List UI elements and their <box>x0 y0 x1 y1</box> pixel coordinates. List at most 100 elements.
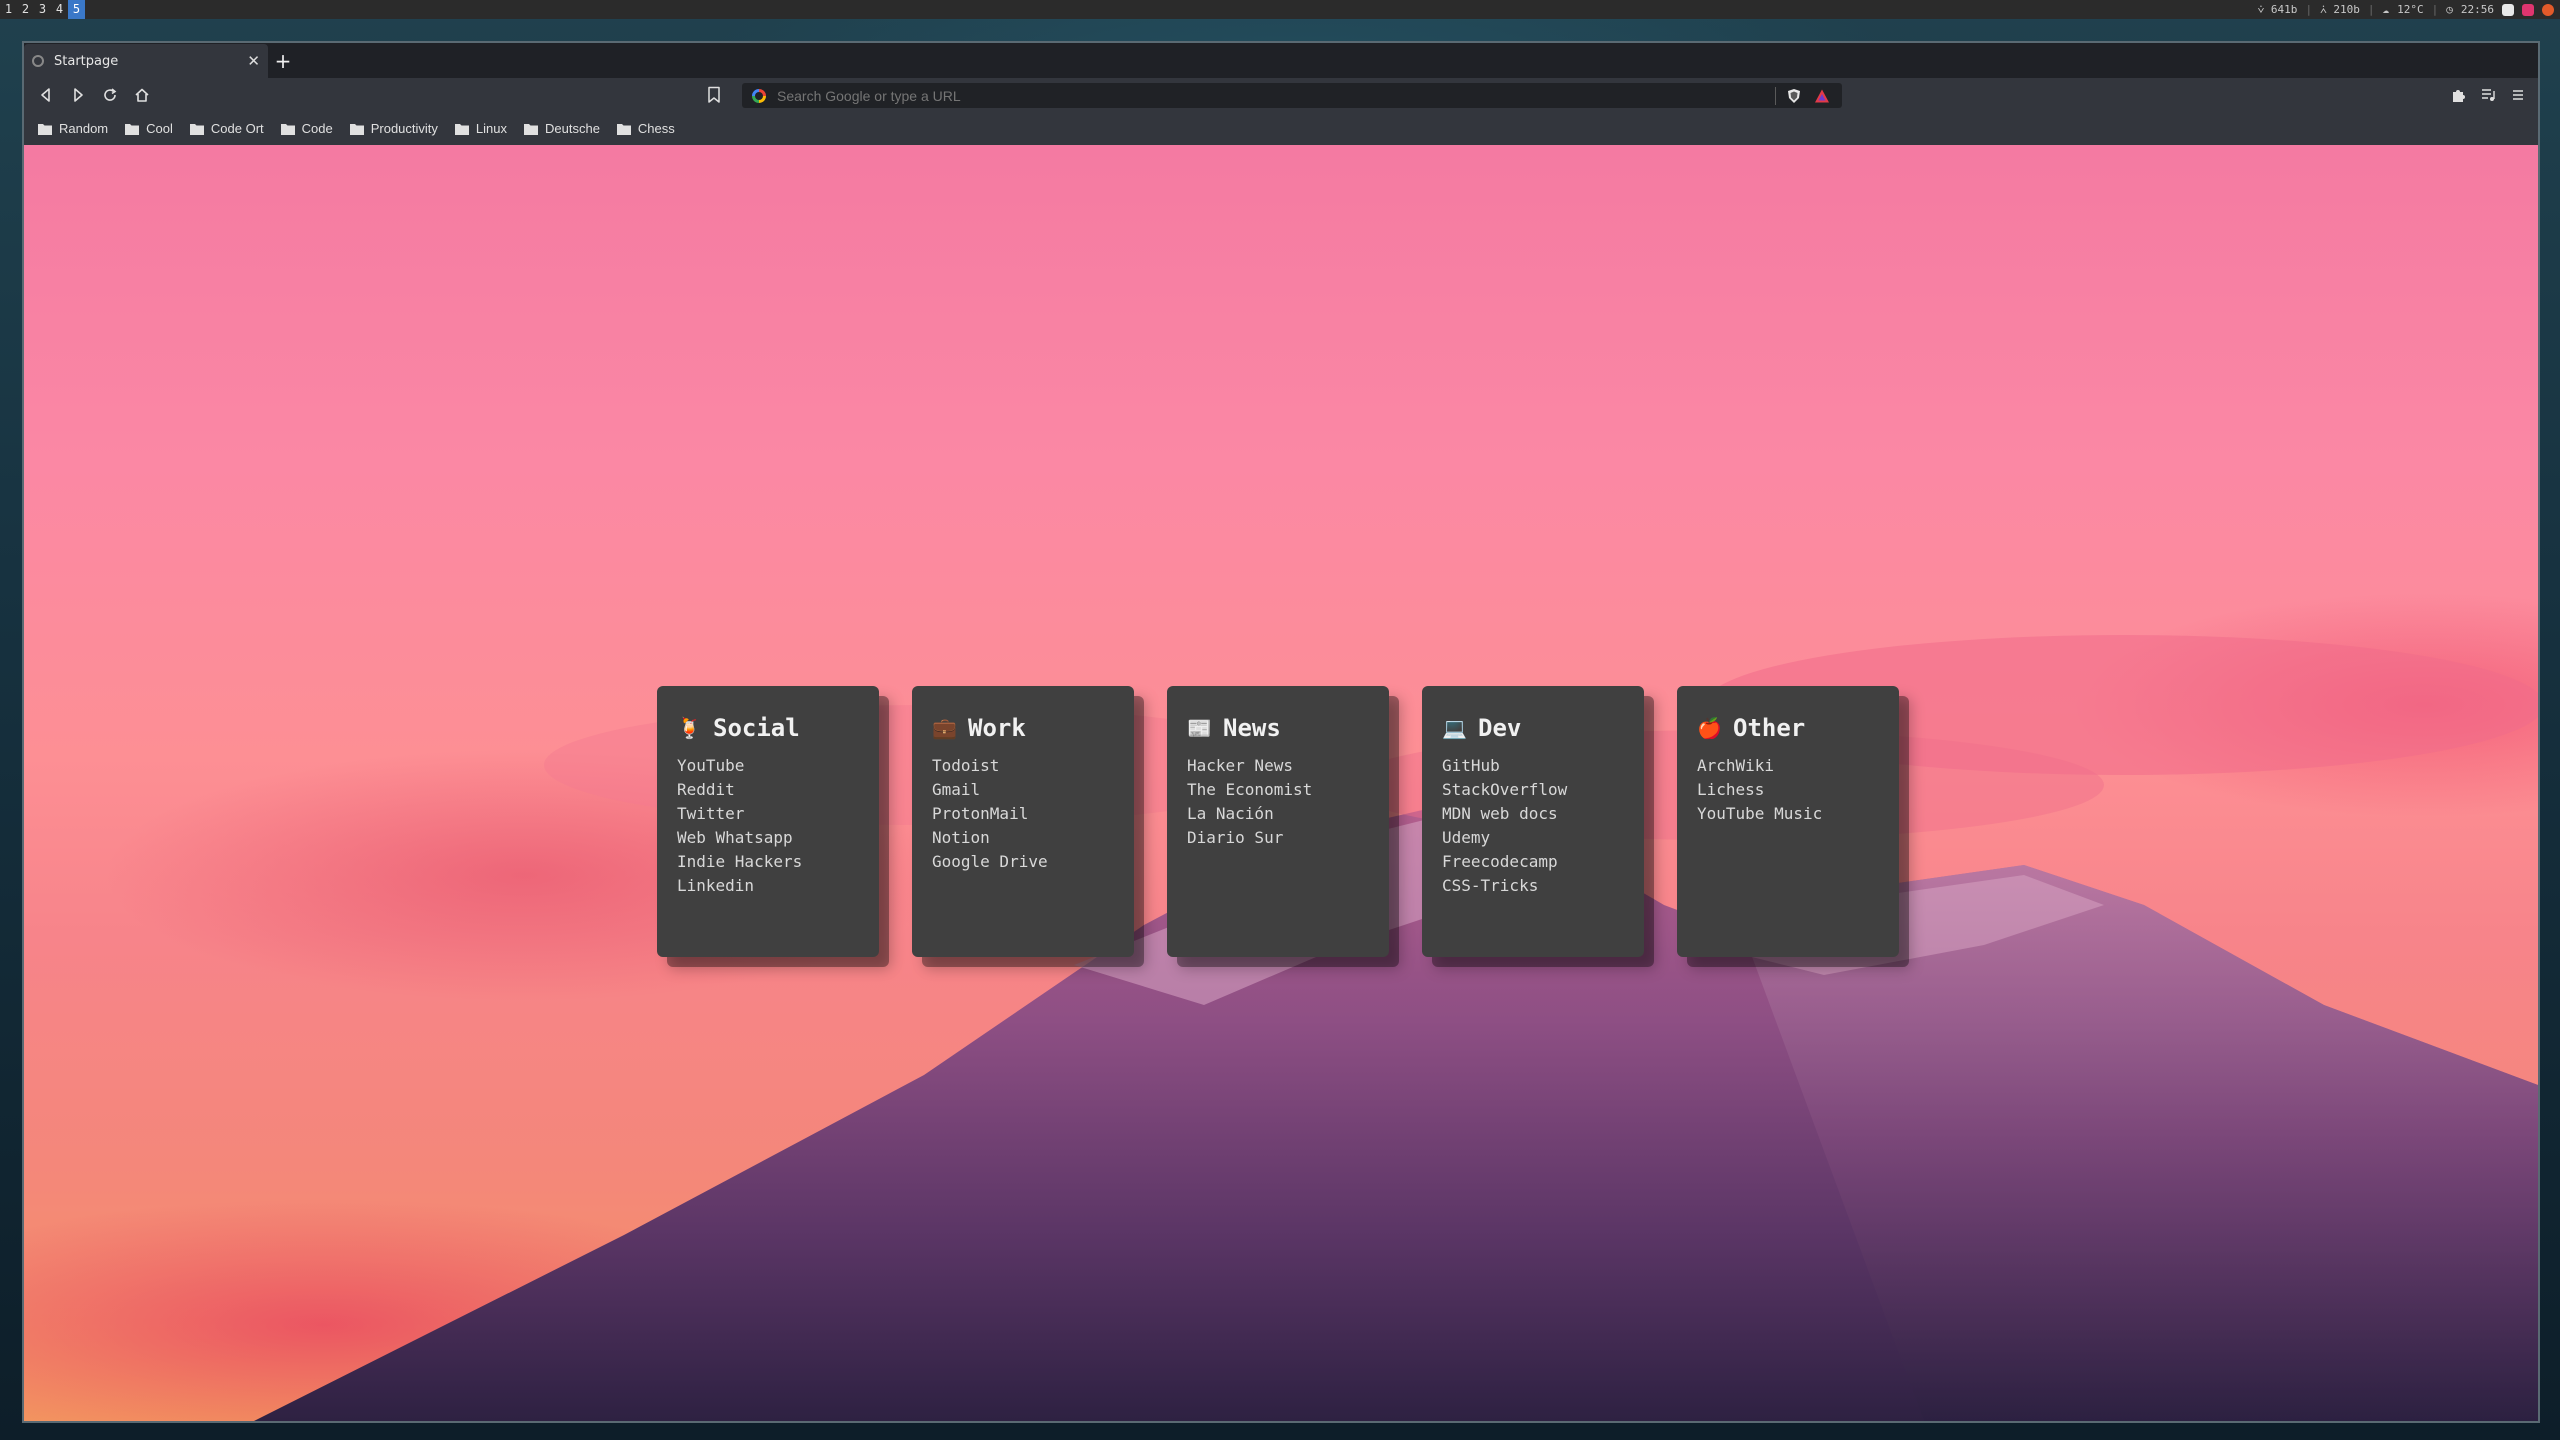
bookmarks-bar: Random Cool Code Ort Code Productivity L… <box>24 112 2538 145</box>
workspace-1[interactable]: 1 <box>0 0 17 19</box>
app-tray-icon[interactable] <box>2522 3 2534 16</box>
toolbar <box>24 78 2538 112</box>
extensions-puzzle-icon[interactable] <box>2450 87 2466 103</box>
cocktail-icon: 🍹 <box>677 716 702 740</box>
back-button[interactable] <box>30 79 62 111</box>
bookmark-label: Deutsche <box>545 121 600 136</box>
right-toolbar <box>2450 78 2526 112</box>
link-notion[interactable]: Notion <box>932 826 1114 850</box>
link-youtube[interactable]: YouTube <box>677 754 859 778</box>
link-la-nacion[interactable]: La Nación <box>1187 802 1369 826</box>
status-area: ⩒ 641b | ⩑ 210b | ☁ 12°C | ◷ 22:56 <box>2258 3 2560 17</box>
link-web-whatsapp[interactable]: Web Whatsapp <box>677 826 859 850</box>
bookmark-label: Random <box>59 121 109 136</box>
workspace-list: 1 2 3 4 5 <box>0 0 85 19</box>
tab-title: Startpage <box>54 53 119 69</box>
reload-button[interactable] <box>94 79 126 111</box>
link-linkedin[interactable]: Linkedin <box>677 874 859 898</box>
link-hacker-news[interactable]: Hacker News <box>1187 754 1369 778</box>
bookmark-label: Linux <box>475 121 507 136</box>
browser-window: Startpage ✕ + Search Google or type a UR… <box>22 41 2540 1423</box>
bookmark-label: Code Ort <box>210 121 264 136</box>
card-title: Social <box>713 714 800 742</box>
bookmark-folder-linux[interactable]: Linux <box>454 121 507 136</box>
card-links: Hacker News The Economist La Nación Diar… <box>1187 754 1369 850</box>
bookmark-folder-code[interactable]: Code <box>280 121 333 136</box>
home-icon <box>135 88 149 102</box>
rewards-triangle-icon[interactable] <box>1814 88 1830 104</box>
cloud-icon: ☁ <box>2382 3 2390 16</box>
folder-icon <box>38 123 52 135</box>
playlist-icon[interactable] <box>2480 87 2496 103</box>
link-twitter[interactable]: Twitter <box>677 802 859 826</box>
link-google-drive[interactable]: Google Drive <box>932 850 1114 874</box>
discord-icon[interactable] <box>2502 3 2514 16</box>
card-header: 📰 News <box>1187 714 1369 742</box>
network-up: ⩑ 210b <box>2320 2 2360 16</box>
bookmark-folder-chess[interactable]: Chess <box>616 121 675 136</box>
folder-icon <box>280 123 295 135</box>
link-freecodecamp[interactable]: Freecodecamp <box>1442 850 1624 874</box>
workspace-5[interactable]: 5 <box>68 0 85 19</box>
home-button[interactable] <box>126 79 158 111</box>
close-tab-icon[interactable]: ✕ <box>247 52 260 70</box>
status-bar: 1 2 3 4 5 ⩒ 641b | ⩑ 210b | ☁ 12°C | ◷ 2… <box>0 0 2560 19</box>
card-other: 🍎 Other ArchWiki Lichess YouTube Music <box>1677 686 1899 957</box>
link-reddit[interactable]: Reddit <box>677 778 859 802</box>
card-work: 💼 Work Todoist Gmail ProtonMail Notion G… <box>912 686 1134 957</box>
link-lichess[interactable]: Lichess <box>1697 778 1879 802</box>
link-the-economist[interactable]: The Economist <box>1187 778 1369 802</box>
google-icon <box>752 88 766 103</box>
bookmark-folder-deutsche[interactable]: Deutsche <box>524 121 600 136</box>
bookmark-folder-random[interactable]: Random <box>38 121 108 136</box>
card-dev: 💻 Dev GitHub StackOverflow MDN web docs … <box>1422 686 1644 957</box>
link-youtube-music[interactable]: YouTube Music <box>1697 802 1879 826</box>
menu-icon[interactable] <box>2510 87 2526 103</box>
link-mdn-web-docs[interactable]: MDN web docs <box>1442 802 1624 826</box>
tab-startpage[interactable]: Startpage ✕ <box>24 44 268 78</box>
workspace-4[interactable]: 4 <box>51 0 68 19</box>
reload-icon <box>104 88 117 101</box>
new-tab-button[interactable]: + <box>268 44 298 78</box>
card-header: 💼 Work <box>932 714 1114 742</box>
bookmark-label: Productivity <box>370 121 438 136</box>
bookmark-folder-cool[interactable]: Cool <box>125 121 173 136</box>
laptop-icon: 💻 <box>1442 716 1467 740</box>
link-todoist[interactable]: Todoist <box>932 754 1114 778</box>
bookmark-folder-productivity[interactable]: Productivity <box>349 121 438 136</box>
card-header: 🍹 Social <box>677 714 859 742</box>
link-udemy[interactable]: Udemy <box>1442 826 1624 850</box>
card-title: News <box>1223 714 1281 742</box>
address-bar[interactable] <box>742 83 1842 108</box>
forward-button[interactable] <box>62 79 94 111</box>
clock-text: 22:56 <box>2460 3 2494 16</box>
link-stackoverflow[interactable]: StackOverflow <box>1442 778 1624 802</box>
link-archwiki[interactable]: ArchWiki <box>1697 754 1879 778</box>
bookmark-icon[interactable] <box>706 86 722 104</box>
folder-icon <box>524 123 538 135</box>
link-gmail[interactable]: Gmail <box>932 778 1114 802</box>
bookmark-folder-code-ort[interactable]: Code Ort <box>189 121 264 136</box>
network-down: ⩒ 641b <box>2257 2 2298 16</box>
card-header: 🍎 Other <box>1697 714 1879 742</box>
clock-icon: ◷ <box>2446 3 2453 16</box>
link-css-tricks[interactable]: CSS-Tricks <box>1442 874 1624 898</box>
workspace-2[interactable]: 2 <box>17 0 34 19</box>
link-cards: 🍹 Social YouTube Reddit Twitter Web What… <box>657 686 1899 957</box>
link-github[interactable]: GitHub <box>1442 754 1624 778</box>
card-title: Work <box>968 714 1026 742</box>
workspace-3[interactable]: 3 <box>34 0 51 19</box>
link-protonmail[interactable]: ProtonMail <box>932 802 1114 826</box>
url-input[interactable] <box>775 86 1775 105</box>
brave-shield-icon[interactable] <box>1786 88 1802 104</box>
ubuntu-tray-icon[interactable] <box>2542 3 2554 16</box>
forward-arrow-icon <box>74 88 83 102</box>
link-indie-hackers[interactable]: Indie Hackers <box>677 850 859 874</box>
briefcase-icon: 💼 <box>932 716 957 740</box>
card-links: ArchWiki Lichess YouTube Music <box>1697 754 1879 826</box>
card-links: GitHub StackOverflow MDN web docs Udemy … <box>1442 754 1624 898</box>
bookmark-label: Chess <box>637 121 675 136</box>
card-title: Other <box>1733 714 1806 742</box>
link-diario-sur[interactable]: Diario Sur <box>1187 826 1369 850</box>
globe-icon <box>32 55 44 67</box>
